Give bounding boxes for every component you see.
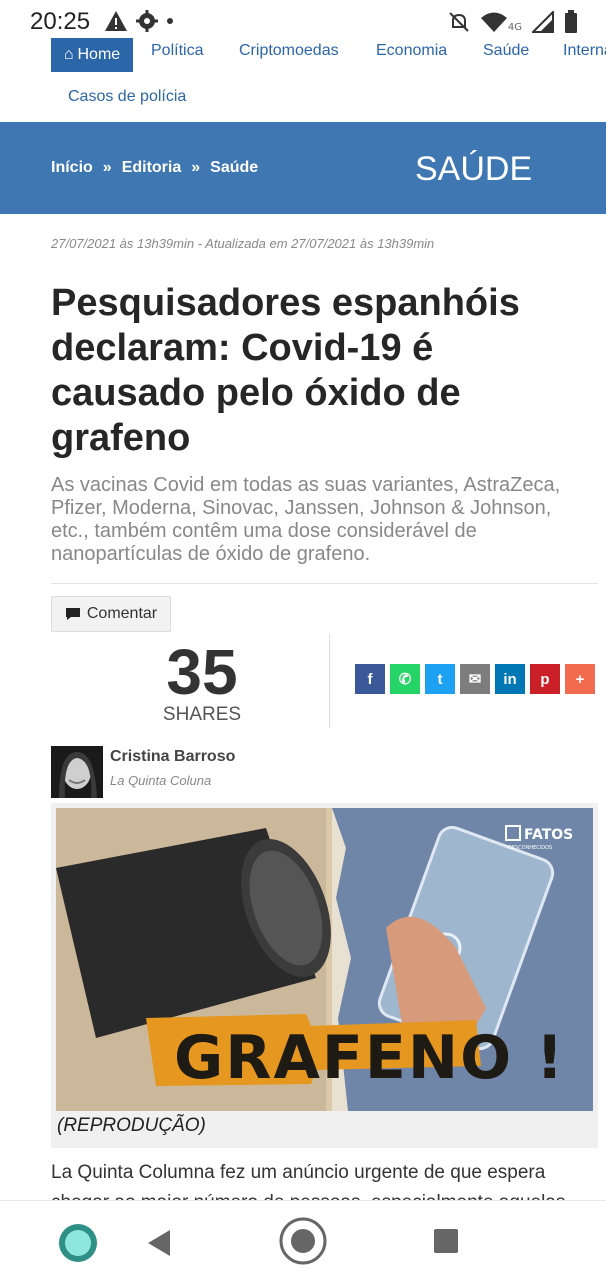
shares-label: SHARES — [162, 704, 242, 725]
breadcrumb: Início » Editoria » Saúde — [51, 159, 258, 177]
breadcrumb-editoria[interactable]: Editoria — [122, 159, 182, 177]
wifi-icon — [480, 12, 507, 32]
breadcrumb-saude[interactable]: Saúde — [210, 159, 258, 177]
status-right-icons: 4G — [448, 10, 578, 34]
author-source: La Quinta Coluna — [110, 773, 212, 788]
nav-home-button[interactable]: ⌂ Home — [51, 38, 133, 72]
divider — [51, 583, 598, 584]
warning-icon — [105, 11, 127, 31]
shares-count: 35 — [166, 636, 238, 708]
notification-dot-icon — [167, 18, 173, 24]
more-share-icon[interactable]: + — [565, 664, 595, 694]
email-icon[interactable]: ✉ — [460, 664, 490, 694]
pinterest-glyph: p — [540, 670, 550, 688]
status-left-icons — [104, 10, 174, 32]
comment-icon — [65, 608, 80, 620]
comment-label: Comentar — [86, 605, 158, 622]
settings-gear-icon — [136, 10, 158, 32]
nav-link-criptomoedas[interactable]: Criptomoedas — [239, 42, 339, 60]
divider — [329, 634, 330, 728]
social-share-buttons: f ✆ t ✉ in p + — [355, 664, 595, 694]
whatsapp-icon[interactable]: ✆ — [390, 664, 420, 694]
whatsapp-glyph: ✆ — [398, 671, 412, 688]
status-time: 20:25 — [30, 8, 91, 35]
author-avatar[interactable] — [51, 746, 103, 798]
recents-icon[interactable] — [433, 1228, 459, 1254]
facebook-glyph: f — [367, 670, 373, 688]
nav-home-label: Home — [77, 46, 121, 63]
battery-icon — [565, 10, 577, 33]
image-headline-text: GRAFENO ! — [174, 1023, 565, 1093]
home-button-icon[interactable] — [279, 1217, 327, 1265]
pinterest-icon[interactable]: p — [530, 664, 560, 694]
graphene-illustration: GRAFENO ! FATOS DESCONHECIDOS — [56, 808, 593, 1111]
featured-image-figure: GRAFENO ! FATOS DESCONHECIDOS (REPRODUÇÃ… — [51, 803, 598, 1148]
twitter-icon[interactable]: t — [425, 664, 455, 694]
comment-button[interactable]: Comentar — [51, 596, 171, 632]
svg-text:FATOS: FATOS — [524, 827, 573, 843]
top-navigation: ⌂ Home Política Criptomoedas Economia Sa… — [0, 38, 606, 122]
chevron-right-icon: » — [191, 159, 201, 176]
nav-link-politica[interactable]: Política — [151, 42, 203, 60]
home-icon: ⌂ — [63, 46, 74, 63]
nav-link-casos-de-policia[interactable]: Casos de polícia — [68, 88, 186, 106]
section-title: SAÚDE — [415, 150, 533, 188]
back-icon[interactable] — [146, 1228, 172, 1258]
nav-link-saude[interactable]: Saúde — [483, 42, 529, 60]
linkedin-glyph: in — [503, 670, 517, 688]
article-title: Pesquisadores espanhóis declaram: Covid-… — [51, 282, 520, 459]
breadcrumb-inicio[interactable]: Início — [51, 159, 93, 177]
author-name[interactable]: Cristina Barroso — [110, 748, 235, 766]
mute-notifications-icon — [449, 12, 469, 32]
svg-text:DESCONHECIDOS: DESCONHECIDOS — [508, 845, 552, 851]
article-dateline: 27/07/2021 às 13h39min - Atualizada em 2… — [51, 236, 435, 251]
network-type: 4G — [507, 21, 522, 33]
more-share-glyph: + — [575, 670, 585, 688]
email-glyph: ✉ — [468, 671, 482, 688]
twitter-glyph: t — [437, 670, 443, 688]
facebook-icon[interactable]: f — [355, 664, 385, 694]
article-subtitle: As vacinas Covid em todas as suas varian… — [51, 474, 561, 565]
image-caption: (REPRODUÇÃO) — [57, 1115, 206, 1136]
signal-icon — [532, 11, 554, 33]
nav-link-economia[interactable]: Economia — [376, 42, 447, 60]
featured-image[interactable]: GRAFENO ! FATOS DESCONHECIDOS — [56, 808, 593, 1111]
assistant-icon[interactable] — [58, 1223, 98, 1263]
nav-link-internacional[interactable]: Interna — [563, 42, 606, 60]
author-photo — [51, 746, 103, 798]
section-banner: Início » Editoria » Saúde SAÚDE — [0, 122, 606, 214]
system-navigation-bar — [0, 1200, 606, 1281]
linkedin-icon[interactable]: in — [495, 664, 525, 694]
chevron-right-icon: » — [102, 159, 112, 176]
